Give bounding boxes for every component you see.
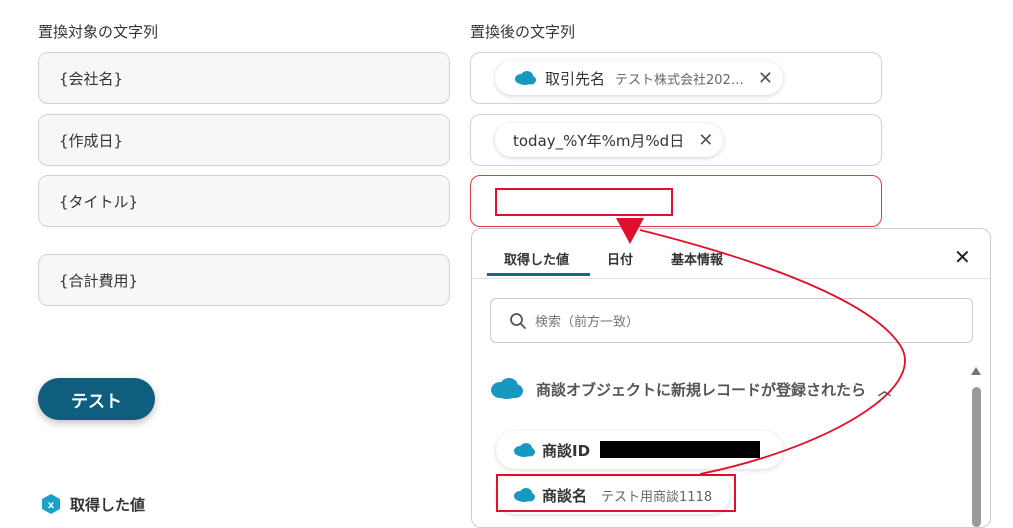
list-item-deal-id[interactable]: 商談ID (496, 431, 784, 469)
chip-value: テスト株式会社202… (615, 72, 744, 88)
tab-acquired-values[interactable]: 取得した値 (504, 249, 569, 268)
drop-target-highlight (495, 188, 673, 216)
date-format-chip[interactable]: today_%Y年%m月%d日 ✕ (495, 123, 724, 157)
chevron-up-icon[interactable]: ︿ (878, 380, 891, 399)
close-icon[interactable]: ✕ (758, 68, 773, 89)
close-icon[interactable]: ✕ (698, 130, 713, 151)
tab-basic-info[interactable]: 基本情報 (671, 249, 723, 268)
item-name: 商談ID (542, 441, 591, 460)
footer-label: 取得した値 (70, 495, 146, 514)
source-field-total-cost[interactable]: {合計費用} (38, 254, 450, 306)
source-field-text: {作成日} (59, 131, 124, 150)
tab-divider (472, 278, 990, 279)
search-icon (510, 312, 526, 329)
close-icon[interactable]: ✕ (954, 245, 971, 269)
scrollbar-thumb[interactable] (972, 387, 981, 527)
salesforce-value-chip[interactable]: 取引先名 テスト株式会社202… ✕ (495, 61, 783, 95)
tab-date[interactable]: 日付 (607, 249, 633, 268)
footer-acquired-values[interactable]: x 取得した値 (40, 493, 145, 515)
source-field-text: {タイトル} (59, 192, 139, 211)
search-input[interactable]: 検索（前方一致） (490, 298, 973, 343)
target-field-date[interactable]: today_%Y年%m月%d日 ✕ (470, 114, 882, 166)
svg-text:x: x (48, 500, 55, 511)
salesforce-cloud-icon (514, 443, 535, 457)
target-column-label: 置換後の文字列 (470, 23, 576, 41)
value-picker-panel: 取得した値 日付 基本情報 ✕ 検索（前方一致） 商談オブジェクトに新規レコード… (471, 228, 991, 528)
chip-name: today_%Y年%m月%d日 (513, 131, 685, 150)
source-field-text: {合計費用} (59, 271, 139, 290)
active-tab-indicator (487, 273, 590, 276)
variable-x-icon: x (42, 494, 60, 514)
source-column-label: 置換対象の文字列 (38, 23, 159, 41)
chip-name: 取引先名 (545, 69, 606, 88)
test-button[interactable]: テスト (38, 378, 155, 420)
group-title: 商談オブジェクトに新規レコードが登録されたら (536, 380, 867, 399)
search-placeholder: 検索（前方一致） (535, 315, 640, 330)
trigger-group-header[interactable]: 商談オブジェクトに新規レコードが登録されたら ︿ (490, 377, 891, 401)
salesforce-cloud-icon (491, 378, 523, 399)
source-field-title[interactable]: {タイトル} (38, 175, 450, 227)
source-field-date[interactable]: {作成日} (38, 114, 450, 166)
target-field-company[interactable]: 取引先名 テスト株式会社202… ✕ (470, 52, 882, 104)
salesforce-cloud-icon (515, 71, 536, 85)
source-item-highlight (496, 474, 736, 512)
source-field-text: {会社名} (59, 69, 124, 88)
scroll-up-icon[interactable] (971, 367, 981, 375)
redaction-bar (600, 441, 760, 458)
scrollbar[interactable] (970, 367, 982, 527)
target-field-title[interactable] (470, 175, 882, 227)
source-field-company[interactable]: {会社名} (38, 52, 450, 104)
